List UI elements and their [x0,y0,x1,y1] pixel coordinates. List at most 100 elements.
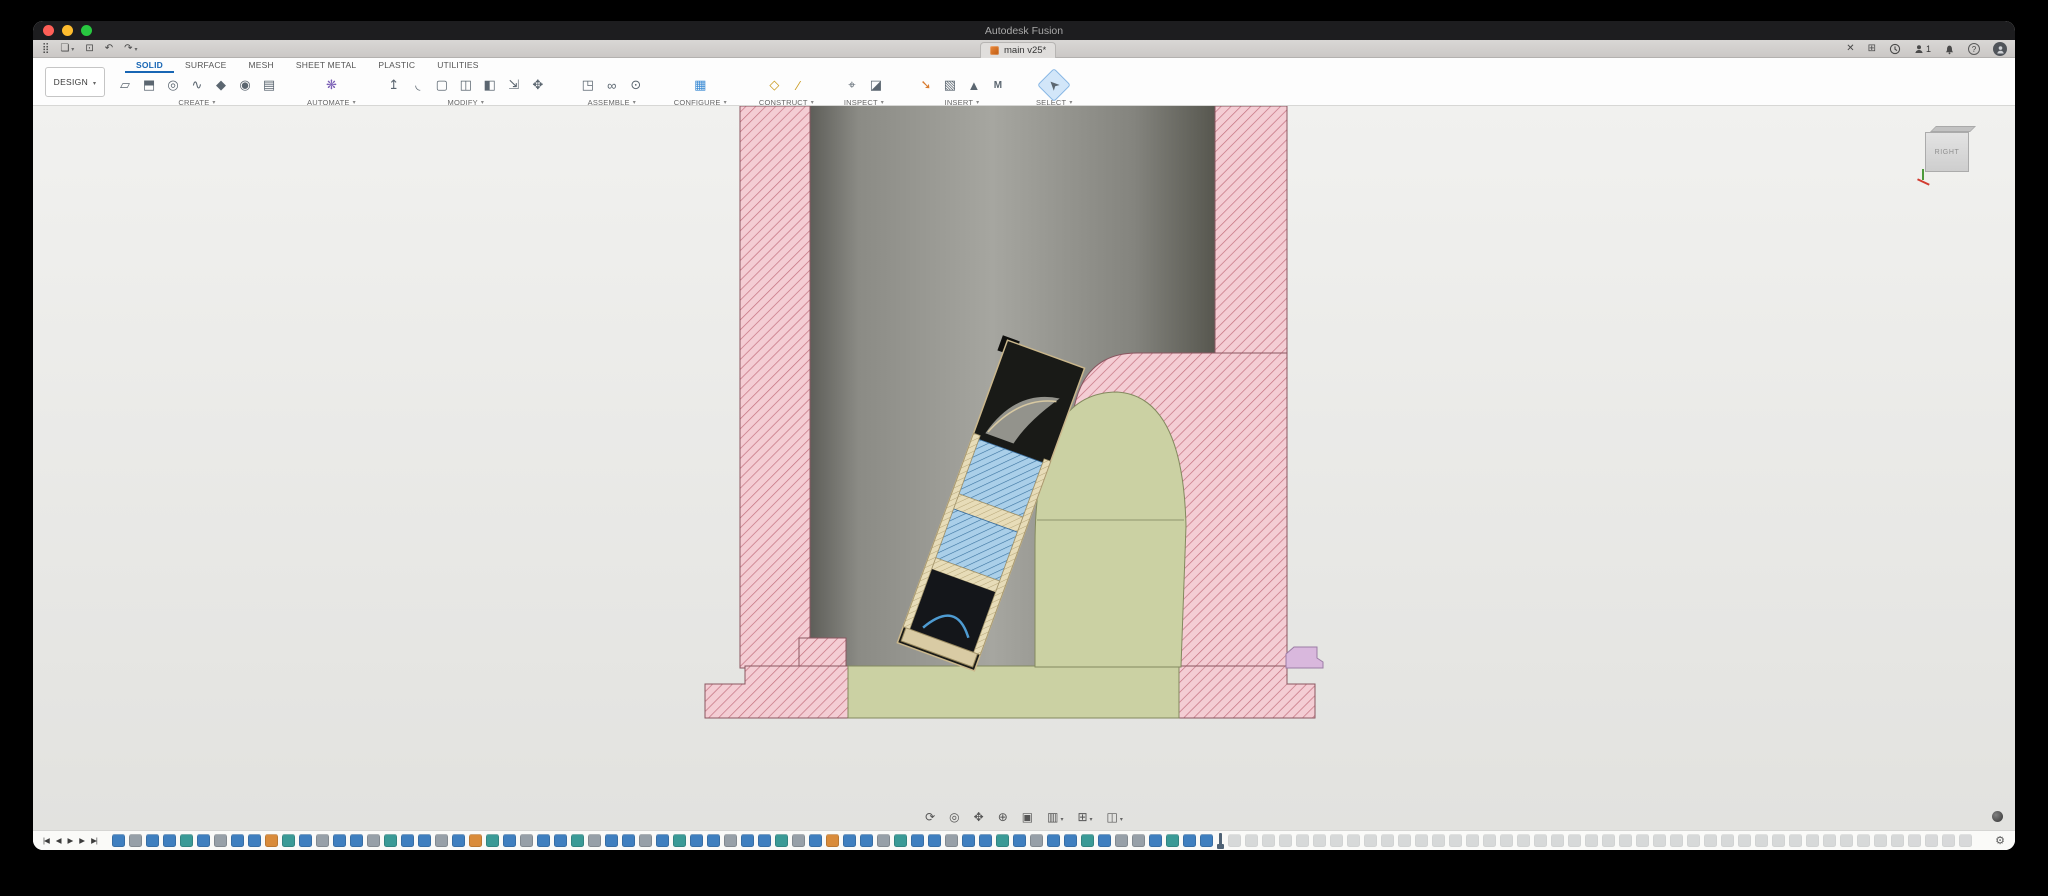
redo-icon[interactable]: ↷ [124,43,137,54]
joint-icon[interactable]: ∞ [600,73,624,97]
timeline-feature-icon[interactable] [196,834,210,847]
timeline-feature-icon-suppressed[interactable] [1278,834,1292,847]
timeline-feature-icon-suppressed[interactable] [1363,834,1377,847]
measure-icon[interactable]: ⌖ [840,73,864,97]
timeline-feature-icon-suppressed[interactable] [1482,834,1496,847]
timeline-feature-icon[interactable] [451,834,465,847]
timeline-feature-icon[interactable] [383,834,397,847]
timeline-feature-icon[interactable] [1182,834,1196,847]
timeline-feature-icon-suppressed[interactable] [1533,834,1547,847]
timeline-goto-start-button[interactable]: |◀ [43,836,50,845]
configure-icon[interactable]: ▦ [688,73,712,97]
timeline-feature-icon-suppressed[interactable] [1720,834,1734,847]
timeline-feature-icon-suppressed[interactable] [1448,834,1462,847]
timeline-feature-icon[interactable] [842,834,856,847]
timeline-feature-icon[interactable] [1080,834,1094,847]
timeline-feature-icon[interactable] [808,834,822,847]
ribbon-tab-plastic[interactable]: PLASTIC [367,58,426,73]
look-at-icon[interactable]: ◎ [949,810,959,824]
job-status-icon[interactable] [1889,43,1901,55]
decal-icon[interactable]: ▧ [938,73,962,97]
timeline-feature-icon[interactable] [298,834,312,847]
new-component-icon[interactable]: ◳ [576,73,600,97]
timeline-feature-icon-suppressed[interactable] [1516,834,1530,847]
timeline-feature-icon[interactable] [485,834,499,847]
timeline-feature-icon[interactable] [417,834,431,847]
timeline-feature-icon[interactable] [740,834,754,847]
timeline-feature-icon[interactable] [859,834,873,847]
timeline-feature-icon[interactable] [706,834,720,847]
timeline-feature-icon-suppressed[interactable] [1958,834,1972,847]
ribbon-tab-surface[interactable]: SURFACE [174,58,238,73]
timeline-feature-icon[interactable] [927,834,941,847]
fillet-icon[interactable]: ◟ [406,73,430,97]
timeline-feature-icon[interactable] [536,834,550,847]
timeline-feature-icon-suppressed[interactable] [1618,834,1632,847]
timeline-feature-icon[interactable] [910,834,924,847]
timeline-feature-icon[interactable] [400,834,414,847]
timeline-feature-icon-suppressed[interactable] [1635,834,1649,847]
close-window-button[interactable] [43,25,54,36]
timeline-feature-icon[interactable] [213,834,227,847]
insert-mesh-icon[interactable]: ▲ [962,73,986,97]
timeline-feature-icon-suppressed[interactable] [1499,834,1513,847]
timeline-feature-icon[interactable] [315,834,329,847]
tabstrip-close-icon[interactable]: ✕ [1846,44,1854,54]
timeline-feature-icon[interactable] [281,834,295,847]
timeline-feature-icon[interactable] [264,834,278,847]
viewcube-front-face[interactable]: RIGHT [1925,132,1969,172]
construction-axis-icon[interactable]: ∕ [786,73,810,97]
move-copy-icon[interactable]: ✥ [526,73,550,97]
document-tab[interactable]: main v25* [980,42,1057,58]
timeline-feature-icon-suppressed[interactable] [1771,834,1785,847]
model-section-view[interactable] [33,106,2015,830]
hole-icon[interactable]: ◉ [233,73,257,97]
grid-snaps-icon[interactable]: ⊞ [1077,810,1092,824]
timeline-feature-icon[interactable] [876,834,890,847]
timeline-feature-icon[interactable] [944,834,958,847]
timeline-feature-icon[interactable] [978,834,992,847]
timeline-feature-icon[interactable] [230,834,244,847]
base-slab[interactable] [847,665,1180,719]
timeline-feature-icon[interactable] [502,834,516,847]
timeline-feature-icon[interactable] [638,834,652,847]
undo-icon[interactable]: ↶ [105,43,113,54]
timeline-position-marker[interactable] [1216,833,1224,849]
timeline-feature-icon[interactable] [1063,834,1077,847]
timeline-feature-icon-suppressed[interactable] [1329,834,1343,847]
ribbon-tab-solid[interactable]: SOLID [125,58,174,73]
seal-part[interactable] [1285,646,1324,669]
timeline-feature-icon[interactable] [1131,834,1145,847]
timeline-feature-icon-suppressed[interactable] [1686,834,1700,847]
timeline-feature-icon[interactable] [774,834,788,847]
timeline-feature-icon[interactable] [519,834,533,847]
timeline-feature-icon[interactable] [247,834,261,847]
timeline-feature-icon-suppressed[interactable] [1431,834,1445,847]
minimize-window-button[interactable] [62,25,73,36]
online-status-icon[interactable] [1992,811,2003,822]
timeline-feature-icon-suppressed[interactable] [1227,834,1241,847]
timeline-feature-icon[interactable] [791,834,805,847]
timeline-step-back-button[interactable]: ◀ [56,836,62,845]
insert-mcmaster-icon[interactable]: M [986,73,1010,97]
timeline-feature-icon-suppressed[interactable] [1601,834,1615,847]
timeline-feature-icon[interactable] [128,834,142,847]
ribbon-tab-utilities[interactable]: UTILITIES [426,58,489,73]
zoom-window-button[interactable] [81,25,92,36]
viewport-canvas[interactable]: RIGHT ⟳ ◎ ✥ ⊕ ▣ ▥ ⊞ ◫ [33,106,2015,830]
timeline-feature-icon-suppressed[interactable] [1414,834,1428,847]
insert-derive-icon[interactable]: ➘ [914,73,938,97]
timeline-feature-icon[interactable] [1114,834,1128,847]
timeline-feature-icon[interactable] [1165,834,1179,847]
timeline-feature-icon-suppressed[interactable] [1788,834,1802,847]
timeline-feature-icon[interactable] [332,834,346,847]
timeline-feature-icon-suppressed[interactable] [1465,834,1479,847]
loft-icon[interactable]: ◆ [209,73,233,97]
timeline-feature-icon[interactable] [111,834,125,847]
timeline-feature-icon-suppressed[interactable] [1261,834,1275,847]
timeline-feature-icon[interactable] [1148,834,1162,847]
timeline-feature-icon[interactable] [179,834,193,847]
timeline-feature-icon-suppressed[interactable] [1244,834,1258,847]
timeline-feature-icon[interactable] [553,834,567,847]
ribbon-tab-sheet-metal[interactable]: SHEET METAL [285,58,367,73]
